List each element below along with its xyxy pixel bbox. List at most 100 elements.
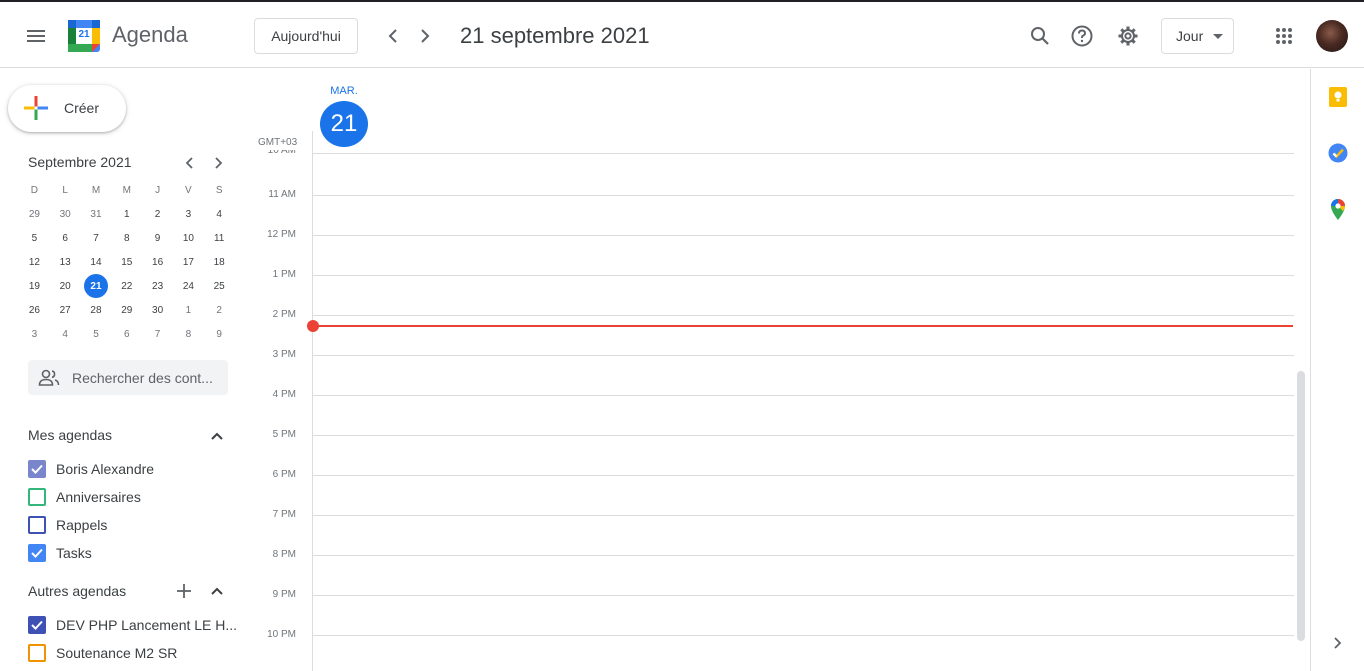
mini-calendar-day[interactable]: 5 xyxy=(19,226,50,250)
expand-side-panel-button[interactable] xyxy=(1326,631,1350,655)
mini-calendar-day[interactable]: 9 xyxy=(204,322,235,346)
mini-calendar-day[interactable]: 20 xyxy=(50,274,81,298)
calendar-item[interactable]: Soutenance M2 SR xyxy=(28,639,177,667)
weekday-header: L xyxy=(62,184,68,196)
calendar-item[interactable]: Boris Alexandre xyxy=(28,455,154,483)
mini-calendar-day[interactable]: 13 xyxy=(50,250,81,274)
mini-calendar-day[interactable]: 12 xyxy=(19,250,50,274)
add-other-calendar-button[interactable] xyxy=(172,579,196,603)
calendar-logo-icon[interactable]: 21 xyxy=(68,20,100,52)
weekday-header: D xyxy=(30,184,39,196)
mini-calendar-day[interactable]: 26 xyxy=(19,298,50,322)
calendar-checkbox[interactable] xyxy=(28,644,46,662)
selected-day: 21 xyxy=(83,274,108,298)
search-button[interactable] xyxy=(1020,16,1060,56)
checkmark-icon xyxy=(31,464,43,474)
mini-calendar-day[interactable]: 4 xyxy=(50,322,81,346)
collapse-other-calendars-button[interactable] xyxy=(205,579,229,603)
mini-calendar-day[interactable]: 22 xyxy=(111,274,142,298)
chevron-right-icon xyxy=(215,157,223,169)
calendar-checkbox[interactable] xyxy=(28,616,46,634)
mini-calendar-day[interactable]: 28 xyxy=(81,298,112,322)
hour-gridline xyxy=(312,515,1294,516)
calendar-name: Anniversaires xyxy=(56,489,141,505)
mini-calendar-day[interactable]: 8 xyxy=(173,322,204,346)
logo-day-number: 21 xyxy=(78,29,90,40)
current-time-dot xyxy=(307,320,319,332)
calendar-checkbox[interactable] xyxy=(28,516,46,534)
mini-calendar-day[interactable]: 15 xyxy=(111,250,142,274)
mini-calendar-day[interactable]: 30 xyxy=(142,298,173,322)
main-menu-button[interactable] xyxy=(16,16,56,56)
create-button[interactable]: Créer xyxy=(8,85,126,132)
mini-calendar-day[interactable]: 4 xyxy=(204,202,235,226)
people-icon xyxy=(38,369,60,386)
keep-icon xyxy=(1329,87,1347,107)
app-title: Agenda xyxy=(112,22,188,47)
mini-calendar-day[interactable]: 23 xyxy=(142,274,173,298)
mini-calendar-day[interactable]: 16 xyxy=(142,250,173,274)
chevron-right-icon xyxy=(421,29,430,43)
mini-calendar-day[interactable]: 9 xyxy=(142,226,173,250)
mini-calendar-next-button[interactable] xyxy=(207,151,231,175)
mini-calendar-day[interactable]: 11 xyxy=(204,226,235,250)
mini-calendar-day[interactable]: 8 xyxy=(111,226,142,250)
mini-calendar-previous-button[interactable] xyxy=(177,151,201,175)
mini-calendar-day[interactable]: 7 xyxy=(81,226,112,250)
mini-calendar-day[interactable]: 27 xyxy=(50,298,81,322)
today-button[interactable]: Aujourd'hui xyxy=(254,18,358,54)
previous-period-button[interactable] xyxy=(377,20,409,52)
mini-calendar-day[interactable]: 19 xyxy=(19,274,50,298)
search-people-input[interactable]: Rechercher des cont... xyxy=(28,360,228,395)
account-avatar[interactable] xyxy=(1316,20,1348,52)
mini-calendar-day[interactable]: 29 xyxy=(111,298,142,322)
mini-calendar-day[interactable]: 18 xyxy=(204,250,235,274)
next-period-button[interactable] xyxy=(409,20,441,52)
current-date-title: 21 septembre 2021 xyxy=(460,23,650,48)
mini-calendar-day[interactable]: 21 xyxy=(81,274,112,298)
mini-calendar-day[interactable]: 29 xyxy=(19,202,50,226)
mini-calendar-day[interactable]: 24 xyxy=(173,274,204,298)
calendar-name: Soutenance M2 SR xyxy=(56,645,178,661)
calendar-name: Boris Alexandre xyxy=(56,461,155,477)
mini-calendar-day[interactable]: 1 xyxy=(173,298,204,322)
calendar-checkbox[interactable] xyxy=(28,544,46,562)
hour-label: 6 PM xyxy=(272,469,296,480)
collapse-my-calendars-button[interactable] xyxy=(205,424,229,448)
calendar-item[interactable]: Anniversaires xyxy=(28,483,141,511)
mini-calendar-day[interactable]: 17 xyxy=(173,250,204,274)
weekday-header: M xyxy=(91,184,101,196)
mini-calendar-day[interactable]: 10 xyxy=(173,226,204,250)
chevron-left-icon xyxy=(388,29,397,43)
keep-button[interactable] xyxy=(1326,85,1350,109)
maps-button[interactable] xyxy=(1326,197,1350,221)
mini-calendar-day[interactable]: 3 xyxy=(173,202,204,226)
mini-calendar-day[interactable]: 6 xyxy=(111,322,142,346)
calendar-checkbox[interactable] xyxy=(28,460,46,478)
mini-calendar-day[interactable]: 30 xyxy=(50,202,81,226)
tasks-button[interactable] xyxy=(1326,141,1350,165)
mini-calendar-day[interactable]: 3 xyxy=(19,322,50,346)
mini-calendar-day[interactable]: 31 xyxy=(81,202,112,226)
mini-calendar-day[interactable]: 5 xyxy=(81,322,112,346)
mini-calendar-day[interactable]: 25 xyxy=(204,274,235,298)
view-switcher-dropdown[interactable]: Jour xyxy=(1161,18,1234,54)
mini-calendar-day[interactable]: 6 xyxy=(50,226,81,250)
mini-calendar-day[interactable]: 14 xyxy=(81,250,112,274)
settings-button[interactable] xyxy=(1108,16,1148,56)
mini-calendar-day[interactable]: 2 xyxy=(204,298,235,322)
hamburger-menu-icon xyxy=(27,30,45,42)
calendar-item[interactable]: Tasks xyxy=(28,539,92,567)
help-button[interactable] xyxy=(1062,16,1102,56)
mini-calendar-day[interactable]: 7 xyxy=(142,322,173,346)
day-number-badge[interactable]: 21 xyxy=(320,101,368,147)
calendar-item[interactable]: Rappels xyxy=(28,511,107,539)
plus-icon xyxy=(177,584,191,598)
calendar-checkbox[interactable] xyxy=(28,488,46,506)
day-view-scrollbar[interactable] xyxy=(1297,371,1305,641)
mini-calendar-day[interactable]: 1 xyxy=(111,202,142,226)
calendar-item[interactable]: DEV PHP Lancement LE H... xyxy=(28,611,237,639)
mini-calendar-day[interactable]: 2 xyxy=(142,202,173,226)
my-calendars-title[interactable]: Mes agendas xyxy=(28,427,112,443)
google-apps-button[interactable] xyxy=(1264,16,1304,56)
